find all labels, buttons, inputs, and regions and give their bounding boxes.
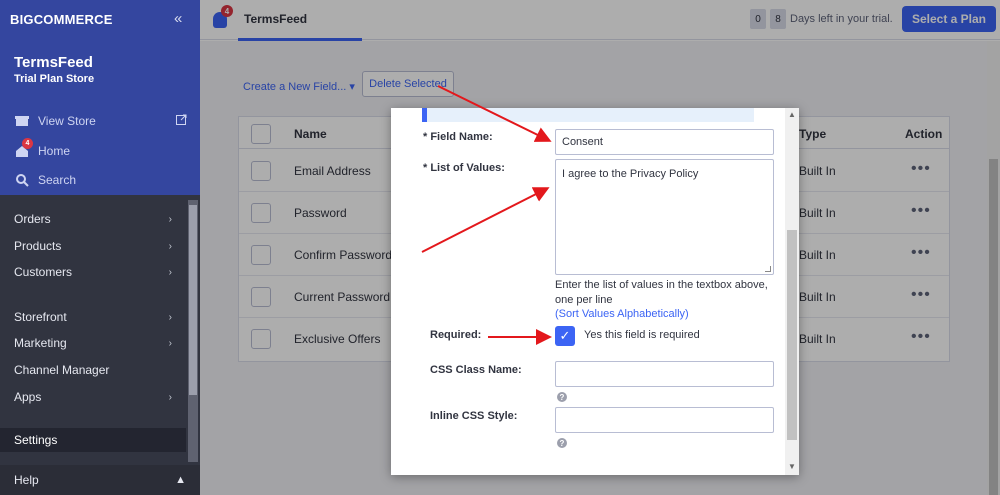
list-values-help: Enter the list of values in the textbox …	[555, 279, 768, 306]
nav-label: Settings	[14, 433, 58, 447]
nav-label: Storefront	[14, 310, 67, 324]
home-link[interactable]: 4 Home	[14, 138, 71, 161]
field-name-input[interactable]: Consent	[555, 129, 774, 155]
storefront-icon	[14, 113, 30, 129]
store-name: TermsFeed	[14, 54, 93, 71]
list-values-textarea[interactable]: I agree to the Privacy Policy	[555, 159, 774, 275]
scroll-up-arrow-icon[interactable]: ▲	[788, 110, 796, 119]
help-menu[interactable]: Help ▲	[0, 465, 200, 495]
checkmark-icon: ✓	[559, 328, 571, 343]
nav-label: Customers	[14, 265, 73, 279]
scroll-down-arrow-icon[interactable]: ▼	[788, 462, 796, 471]
help-label: Help	[14, 473, 39, 487]
external-link-icon[interactable]	[176, 114, 187, 128]
nav-storefront[interactable]: Storefront ›	[0, 305, 186, 329]
required-label: Required:	[430, 329, 482, 341]
field-name-label: * Field Name:	[423, 131, 493, 143]
store-plan: Trial Plan Store	[14, 73, 95, 85]
inline-css-input[interactable]	[555, 407, 774, 433]
nav-label: Products	[14, 239, 62, 253]
edit-field-modal: * Field Name: Consent * List of Values: …	[391, 108, 799, 475]
inline-css-label: Inline CSS Style:	[430, 410, 518, 422]
resize-handle-icon[interactable]	[765, 266, 771, 272]
nav-marketing[interactable]: Marketing ›	[0, 331, 186, 355]
chevron-right-icon: ›	[168, 213, 172, 225]
modal-scrollbar-thumb[interactable]	[787, 230, 797, 440]
list-values-text: I agree to the Privacy Policy	[562, 168, 699, 180]
chevron-right-icon: ›	[168, 266, 172, 278]
nav-orders[interactable]: Orders ›	[0, 207, 186, 231]
search-label: Search	[38, 173, 77, 187]
chevron-right-icon: ›	[168, 391, 172, 403]
nav-label: Marketing	[14, 336, 67, 350]
help-question-icon[interactable]: ?	[557, 392, 567, 402]
modal-backdrop	[200, 0, 1000, 41]
css-class-label: CSS Class Name:	[430, 364, 522, 376]
list-values-label: * List of Values:	[423, 162, 505, 174]
nav-label: Orders	[14, 212, 51, 226]
nav-label: Apps	[14, 390, 42, 404]
chevron-right-icon: ›	[168, 311, 172, 323]
nav-settings[interactable]: Settings	[0, 428, 186, 452]
nav-apps[interactable]: Apps ›	[0, 385, 186, 409]
search-icon	[14, 172, 30, 188]
home-icon: 4	[14, 138, 33, 159]
chevron-right-icon: ›	[168, 337, 172, 349]
collapse-sidebar-icon[interactable]: «	[174, 10, 182, 27]
sidebar-header: BIGCOMMERCE « TermsFeed Trial Plan Store…	[0, 0, 200, 195]
sort-values-link[interactable]: (Sort Values Alphabetically)	[555, 308, 689, 320]
home-badge: 4	[22, 138, 33, 149]
css-class-input[interactable]	[555, 361, 774, 387]
nav-customers[interactable]: Customers ›	[0, 260, 186, 284]
required-text[interactable]: Yes this field is required	[584, 329, 700, 341]
required-checkbox[interactable]: ✓	[555, 326, 575, 346]
chevron-up-icon: ▲	[175, 474, 186, 486]
nav-label: Channel Manager	[14, 363, 110, 377]
bigcommerce-logo[interactable]: BIGCOMMERCE	[10, 12, 113, 27]
sidebar-scrollbar-thumb[interactable]	[189, 205, 197, 395]
view-store-link[interactable]: View Store	[14, 111, 96, 131]
help-question-icon[interactable]: ?	[557, 438, 567, 448]
view-store-label: View Store	[38, 114, 96, 128]
chevron-right-icon: ›	[168, 240, 172, 252]
nav-products[interactable]: Products ›	[0, 234, 186, 258]
nav-channel-manager[interactable]: Channel Manager	[0, 358, 186, 382]
sidebar: BIGCOMMERCE « TermsFeed Trial Plan Store…	[0, 0, 200, 495]
modal-info-strip	[422, 108, 754, 122]
search-link[interactable]: Search	[14, 170, 76, 190]
home-label: Home	[38, 144, 71, 158]
